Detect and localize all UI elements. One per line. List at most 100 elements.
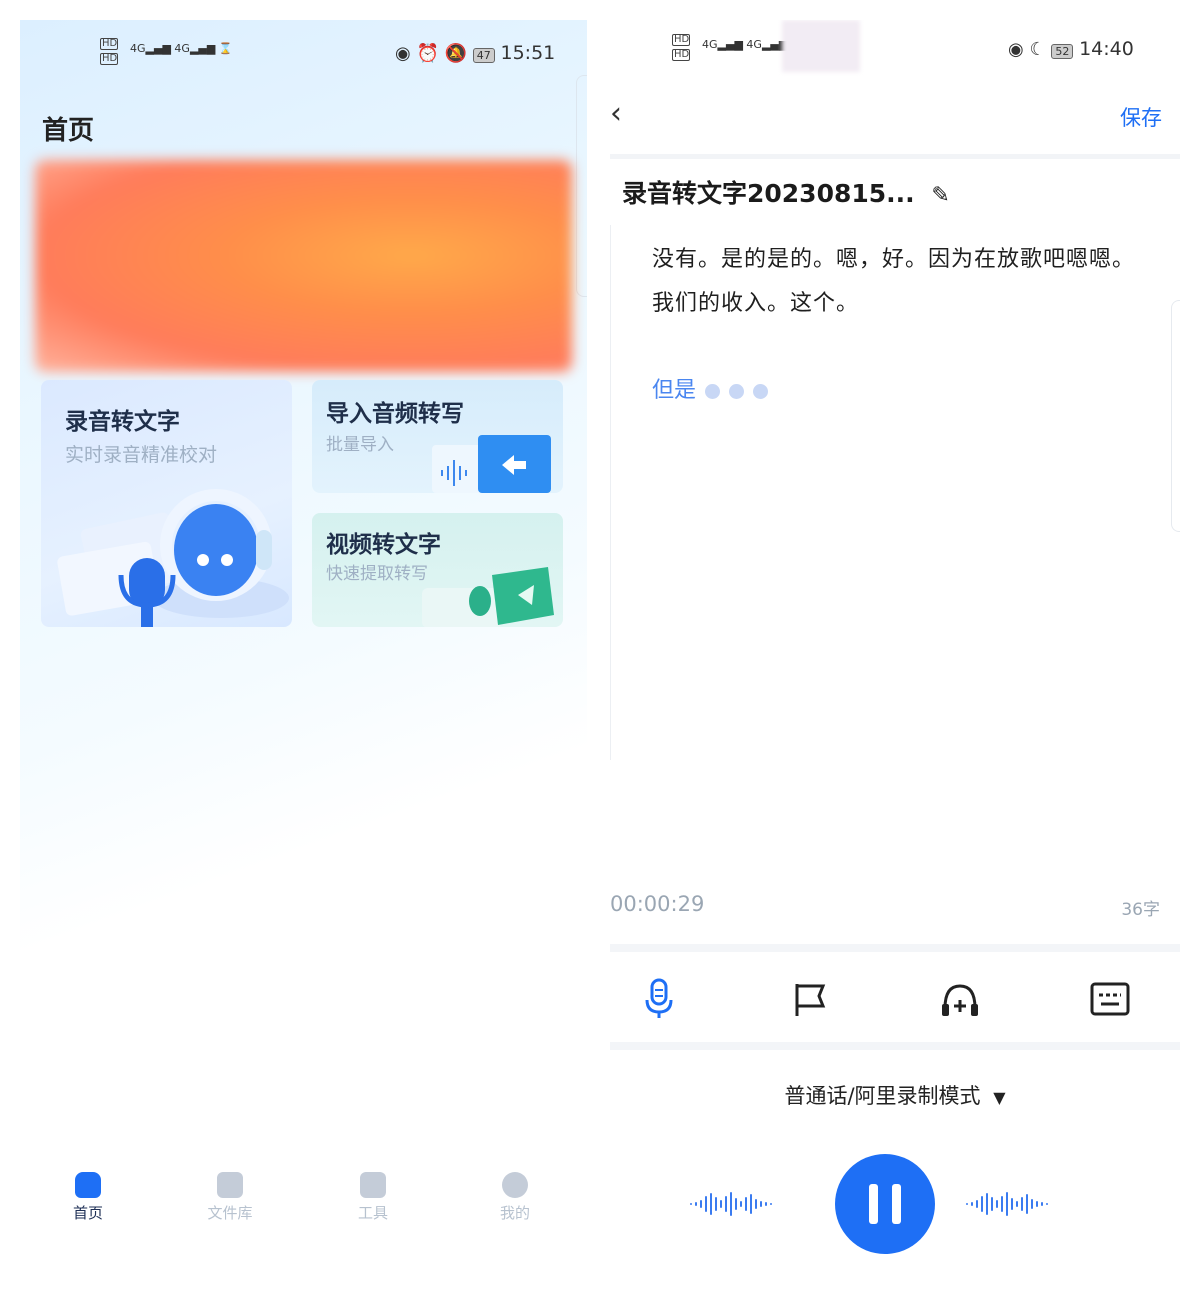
eye-icon: ◉	[395, 43, 411, 64]
waveform-bar	[750, 1194, 752, 1214]
moon-icon: ☾	[1029, 39, 1046, 60]
alarm-icon: ⏰	[416, 43, 439, 64]
edit-pencil-icon[interactable]: ✎	[931, 183, 949, 208]
waveform-bar	[710, 1193, 712, 1215]
status-icons: ◉ ⏰ 🔕 47 15:51	[395, 42, 555, 64]
headset-icon[interactable]	[940, 982, 980, 1018]
caret-down-icon: ▼	[993, 1088, 1006, 1107]
waveform-bar	[725, 1196, 727, 1212]
waveform-right	[966, 1184, 1048, 1224]
waveform-bar	[986, 1193, 988, 1215]
waveform-bar	[991, 1197, 993, 1211]
eye-icon: ◉	[1008, 39, 1024, 60]
flag-icon[interactable]	[793, 982, 829, 1018]
tab-label: 工具	[357, 1204, 388, 1222]
tab-label: 首页	[72, 1204, 103, 1222]
keyboard-icon[interactable]	[1090, 982, 1130, 1016]
mode-label: 普通话/阿里录制模式	[784, 1084, 981, 1108]
tab-home[interactable]: 首页	[48, 1172, 128, 1223]
pause-button[interactable]	[835, 1154, 935, 1254]
waveform-bar	[996, 1200, 998, 1208]
document-title[interactable]: 录音转文字20230815... ✎	[622, 174, 950, 210]
tab-tools[interactable]: 工具	[333, 1172, 413, 1223]
side-handle[interactable]	[576, 75, 587, 297]
divider	[610, 154, 1180, 159]
typing-dot	[753, 383, 769, 399]
recording-screen: HD HD 4G▂▄▆ 4G▂▄▆ ◉ ☾ 52 14:40 ‹ 保存 录音转文…	[610, 20, 1180, 1280]
signal-bars-icon: 4G▂▄▆ 4G▂▄▆ ⌛	[130, 42, 233, 55]
waveform-bar	[770, 1203, 772, 1205]
save-button[interactable]: 保存	[1120, 102, 1162, 132]
tab-label: 文件库	[207, 1204, 253, 1222]
tab-files[interactable]: 文件库	[190, 1172, 270, 1223]
typing-dot	[705, 383, 721, 399]
home-icon	[75, 1172, 101, 1198]
battery-icon: 52	[1051, 44, 1074, 59]
status-time: 15:51	[500, 42, 556, 64]
back-icon[interactable]: ‹	[610, 96, 622, 131]
mic-icon[interactable]	[644, 978, 674, 1020]
card-subtitle: 批量导入	[326, 435, 394, 455]
waveform-bar	[705, 1196, 707, 1212]
waveform-bar	[1016, 1201, 1018, 1207]
status-time: 14:40	[1079, 38, 1134, 60]
tab-profile[interactable]: 我的	[475, 1172, 555, 1223]
blurred-region	[782, 20, 860, 72]
waveform-bar	[745, 1197, 747, 1211]
waveform-bar	[966, 1203, 968, 1205]
waveform-bar	[695, 1202, 697, 1206]
robot-headphones-icon	[57, 489, 289, 627]
home-screen: HD HD 4G▂▄▆ 4G▂▄▆ ⌛ ◉ ⏰ 🔕 47 15:51 首页 录音…	[20, 20, 587, 1260]
waveform-bar	[981, 1196, 983, 1212]
divider	[610, 1042, 1180, 1050]
waveform-bar	[1006, 1192, 1008, 1216]
waveform-bar	[720, 1200, 722, 1208]
recording-timer: 00:00:29	[610, 892, 705, 916]
toolbox-icon	[360, 1172, 386, 1198]
profile-icon	[502, 1172, 528, 1198]
status-icons: ◉ ☾ 52 14:40	[1008, 38, 1134, 60]
sim-indicator: HD HD	[100, 38, 118, 65]
page-title: 首页	[42, 116, 95, 146]
waveform-bar	[1021, 1197, 1023, 1211]
waveform-bar	[700, 1200, 702, 1208]
video-camera-icon	[422, 567, 554, 627]
record-to-text-card[interactable]: 录音转文字 实时录音精准校对	[41, 380, 292, 627]
character-count: 36字	[1121, 900, 1160, 920]
waveform-bar	[715, 1197, 717, 1211]
pause-icon	[869, 1184, 901, 1224]
side-handle[interactable]	[1171, 300, 1180, 532]
audio-import-icon	[432, 435, 551, 493]
divider	[610, 944, 1180, 952]
waveform-bar	[1001, 1196, 1003, 1212]
waveform-bar	[765, 1202, 767, 1206]
text-area-edge	[610, 225, 611, 760]
waveform-bar	[1011, 1198, 1013, 1210]
card-subtitle: 快速提取转写	[326, 564, 428, 584]
card-subtitle: 实时录音精准校对	[65, 444, 218, 466]
waveform-bar	[1026, 1194, 1028, 1214]
file-icon	[217, 1172, 243, 1198]
waveform-bar	[1036, 1201, 1038, 1207]
signal-bars-icon: 4G▂▄▆ 4G▂▄▆	[702, 38, 788, 51]
import-audio-card[interactable]: 导入音频转写 批量导入	[312, 380, 563, 493]
waveform-bar	[1031, 1199, 1033, 1209]
card-title: 录音转文字	[65, 409, 180, 435]
mute-icon: 🔕	[444, 43, 468, 64]
waveform-bar	[730, 1192, 732, 1216]
waveform-bar	[976, 1200, 978, 1208]
promo-banner[interactable]	[35, 160, 572, 372]
typing-dot	[729, 383, 745, 399]
sim-indicator: HD HD	[672, 34, 690, 61]
waveform-bar	[735, 1198, 737, 1210]
waveform-bar	[755, 1199, 757, 1209]
recording-toolbar	[610, 970, 1180, 1030]
waveform-bar	[1041, 1202, 1043, 1206]
waveform-bar	[760, 1201, 762, 1207]
video-to-text-card[interactable]: 视频转文字 快速提取转写	[312, 513, 563, 627]
live-transcript: 但是	[652, 372, 769, 404]
tab-label: 我的	[499, 1204, 530, 1222]
transcript-text[interactable]: 没有。是的是的。嗯，好。因为在放歌吧嗯嗯。我们的收入。这个。	[652, 238, 1140, 326]
mode-dropdown[interactable]: 普通话/阿里录制模式 ▼	[610, 1080, 1180, 1110]
bottom-tab-bar: 首页 文件库 工具 我的	[20, 1150, 587, 1260]
